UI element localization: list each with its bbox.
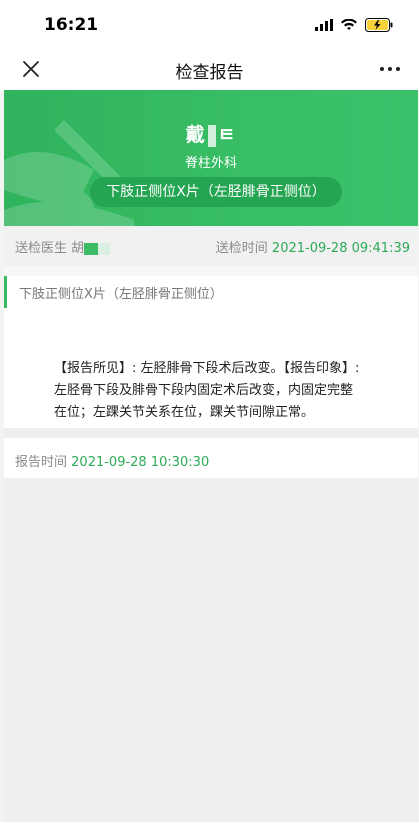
send-time-value: 2021-09-28 09:41:39: [271, 241, 410, 256]
more-icon[interactable]: [377, 62, 403, 76]
report-page: 16:21 检查报告 戴 ㅌ 脊柱外科 下肢正侧位X片（左胫腓骨正侧位） 送检医…: [0, 0, 419, 836]
doctor-name: 胡: [71, 241, 111, 256]
status-icons: [315, 16, 393, 34]
empty-area: [4, 478, 418, 822]
send-time-label: 送检时间: [215, 241, 268, 256]
report-findings: 【报告所见】: 左胫腓骨下段术后改变。【报告印象】: 左胫骨下段及腓骨下段内固定…: [54, 361, 360, 420]
doctor-name-mask: [84, 242, 99, 255]
status-bar: 16:21: [0, 0, 419, 50]
department: 脊柱外科: [184, 156, 237, 171]
info-row: 送检医生 胡 送检时间 2021-09-28 09:41:39: [4, 226, 418, 266]
battery-icon: [365, 18, 393, 32]
exam-name-badge: 下肢正侧位X片（左胫腓骨正侧位）: [90, 177, 342, 207]
patient-name-last: ㅌ: [217, 124, 237, 146]
report-time-label: 报告时间: [15, 455, 68, 470]
divider: [4, 266, 418, 276]
referring-doctor: 送检医生 胡: [15, 237, 111, 256]
nav-bar: 检查报告: [0, 50, 419, 90]
doctor-name-mask-light: [98, 242, 111, 255]
bottom-bar: [0, 822, 419, 836]
patient-name-first: 戴: [185, 124, 206, 146]
report-time: 报告时间 2021-09-28 10:30:30: [15, 451, 209, 470]
page-title: 检查报告: [175, 63, 244, 83]
report-time-value: 2021-09-28 10:30:30: [71, 455, 210, 470]
send-time: 送检时间 2021-09-28 09:41:39: [216, 237, 410, 256]
exam-section-label: 下肢正侧位X片（左胫腓骨正侧位）: [19, 287, 223, 302]
signal-icon: [315, 19, 333, 31]
name-mask: [207, 124, 216, 147]
patient-header: 戴ㅌ 脊柱外科 下肢正侧位X片（左胫腓骨正侧位）: [4, 90, 418, 226]
exam-section-header: 下肢正侧位X片（左胫腓骨正侧位）: [4, 276, 418, 308]
status-time: 16:21: [44, 15, 99, 35]
doctor-name-first: 胡: [71, 241, 85, 256]
wifi-icon: [341, 19, 357, 30]
patient-name: 戴ㅌ: [4, 120, 418, 147]
doctor-label: 送检医生: [15, 241, 68, 256]
divider: [4, 428, 418, 438]
report-body: 【报告所见】: 左胫腓骨下段术后改变。【报告印象】: 左胫骨下段及腓骨下段内固定…: [4, 308, 418, 428]
report-time-row: 报告时间 2021-09-28 10:30:30: [4, 438, 418, 478]
